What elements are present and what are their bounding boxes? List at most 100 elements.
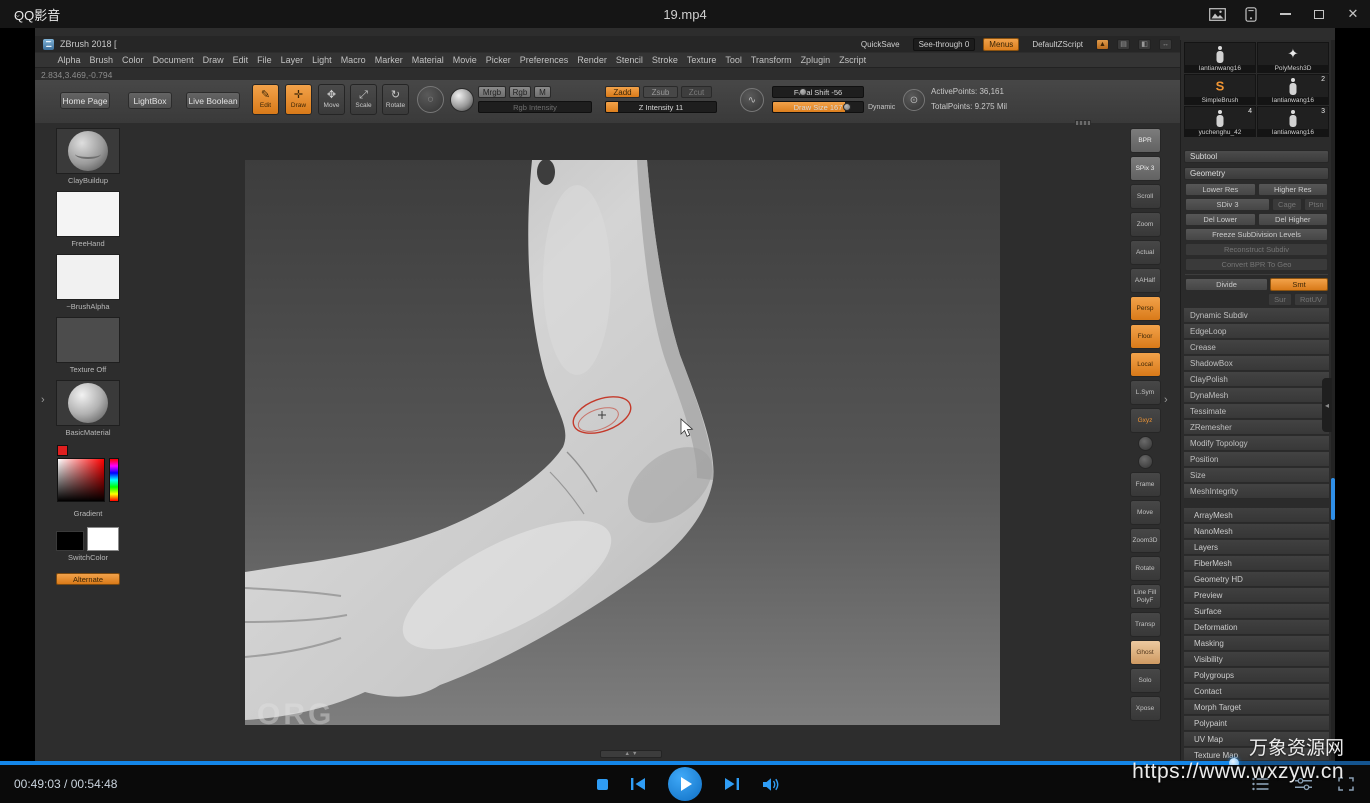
- shelf-button[interactable]: Gxyz: [1130, 408, 1161, 433]
- tool-subpalette[interactable]: Surface: [1184, 604, 1329, 619]
- dynamic-toggle[interactable]: Dynamic: [868, 104, 895, 111]
- tool-subpalette[interactable]: Polygroups: [1184, 668, 1329, 683]
- shelf-button[interactable]: BPR: [1130, 128, 1161, 153]
- menu-item[interactable]: Transform: [746, 55, 796, 65]
- subtool-thumbnail[interactable]: 2 lantianwang16: [1257, 74, 1329, 105]
- zsub-button[interactable]: Zsub: [643, 86, 678, 98]
- freeze-subdivision-button[interactable]: Freeze SubDivision Levels: [1185, 228, 1328, 241]
- menu-item[interactable]: Picker: [481, 55, 515, 65]
- color-picker[interactable]: [56, 445, 120, 507]
- zadd-button[interactable]: Zadd: [605, 86, 640, 98]
- see-through-slider[interactable]: See-through 0: [913, 38, 976, 51]
- shelf-button[interactable]: Zoom3D: [1130, 528, 1161, 553]
- menu-item[interactable]: Preferences: [515, 55, 573, 65]
- brush-thumbnail[interactable]: [56, 317, 120, 363]
- focal-shift-slider[interactable]: Focal Shift -56: [772, 86, 864, 98]
- tool-subpalette[interactable]: NanoMesh: [1184, 524, 1329, 539]
- arrange-icon[interactable]: ↔: [1159, 39, 1172, 50]
- menu-item[interactable]: File: [253, 55, 277, 65]
- hue-strip[interactable]: [109, 458, 119, 502]
- shelf-button[interactable]: SPix 3: [1130, 156, 1161, 181]
- geometry-subsection[interactable]: Size: [1184, 468, 1329, 483]
- close-button[interactable]: ✕: [1336, 0, 1370, 28]
- secondary-color-swatch[interactable]: [56, 531, 84, 551]
- menu-item[interactable]: Zscript: [835, 55, 871, 65]
- brush-thumbnail[interactable]: [56, 191, 120, 237]
- smt-toggle[interactable]: Smt: [1270, 278, 1328, 291]
- draw-size-slider[interactable]: Draw Size 167: [772, 101, 864, 113]
- next-button[interactable]: [724, 777, 740, 791]
- menu-item[interactable]: Macro: [336, 55, 370, 65]
- sdiv-slider[interactable]: SDiv 3: [1185, 198, 1270, 211]
- suv-toggle[interactable]: Sur: [1268, 293, 1292, 306]
- menu-item[interactable]: Zplugin: [796, 55, 835, 65]
- menu-item[interactable]: Edit: [228, 55, 253, 65]
- geometry-section-header[interactable]: Geometry: [1184, 167, 1329, 180]
- shelf-button[interactable]: Xpose: [1130, 696, 1161, 721]
- geometry-subsection[interactable]: Dynamic Subdiv: [1184, 308, 1329, 323]
- tool-subpalette[interactable]: ArrayMesh: [1184, 508, 1329, 523]
- geometry-subsection[interactable]: EdgeLoop: [1184, 324, 1329, 339]
- focal-icon[interactable]: ∿: [740, 88, 764, 112]
- play-button[interactable]: [668, 767, 702, 801]
- tool-subpalette[interactable]: Contact: [1184, 684, 1329, 699]
- menu-item[interactable]: Marker: [370, 55, 407, 65]
- zscript-icon[interactable]: ▲: [1096, 39, 1109, 50]
- cage-button[interactable]: Cage: [1272, 198, 1302, 211]
- zcut-button[interactable]: Zcut: [681, 86, 712, 98]
- shelf-button[interactable]: Scroll: [1130, 184, 1161, 209]
- geometry-subsection[interactable]: Tessimate: [1184, 404, 1329, 419]
- canvas-scrollbar[interactable]: ▲▼: [600, 750, 662, 758]
- rotuv-toggle[interactable]: RotUV: [1294, 293, 1328, 306]
- menu-item[interactable]: Tool: [721, 55, 747, 65]
- menu-item[interactable]: Light: [308, 55, 337, 65]
- tool-subpalette[interactable]: Layers: [1184, 540, 1329, 555]
- geometry-subsection[interactable]: DynaMesh: [1184, 388, 1329, 403]
- menu-item[interactable]: Brush: [85, 55, 118, 65]
- maximize-button[interactable]: [1302, 0, 1336, 28]
- menu-item[interactable]: Stroke: [647, 55, 682, 65]
- stroke-preview-icon[interactable]: ◌: [417, 86, 444, 113]
- m-button[interactable]: M: [534, 86, 551, 98]
- shelf-button[interactable]: Rotate: [1130, 556, 1161, 581]
- shelf-button[interactable]: L.Sym: [1130, 380, 1161, 405]
- tool-subpalette[interactable]: Preview: [1184, 588, 1329, 603]
- shelf-button[interactable]: AAHalf: [1130, 268, 1161, 293]
- menu-item[interactable]: Document: [148, 55, 198, 65]
- shelf-button[interactable]: Move: [1130, 500, 1161, 525]
- lower-res-button[interactable]: Lower Res: [1185, 183, 1256, 196]
- menu-item[interactable]: Movie: [448, 55, 481, 65]
- home-page-button[interactable]: Home Page: [60, 92, 110, 109]
- geometry-subsection[interactable]: ZRemesher: [1184, 420, 1329, 435]
- switch-color[interactable]: [56, 527, 120, 551]
- video-frame[interactable]: ZBrush 2018 [ QuickSave See-through 0 Me…: [0, 28, 1370, 762]
- default-zscript-button[interactable]: DefaultZScript: [1027, 39, 1088, 50]
- subtool-thumbnail[interactable]: lantianwang16: [1184, 42, 1256, 73]
- primary-color-swatch[interactable]: [87, 527, 119, 551]
- shelf-button[interactable]: Line Fill PolyF: [1130, 584, 1161, 609]
- menu-item[interactable]: Texture: [682, 55, 721, 65]
- del-lower-button[interactable]: Del Lower: [1185, 213, 1256, 226]
- shelf-button[interactable]: [1138, 436, 1153, 451]
- left-tray-expand-icon[interactable]: ›: [41, 394, 45, 406]
- subtool-section-header[interactable]: Subtool: [1184, 150, 1329, 163]
- shelf-button[interactable]: Ghost: [1130, 640, 1161, 665]
- draw-button[interactable]: ✛ Draw: [285, 84, 312, 115]
- menu-item[interactable]: Alpha: [53, 55, 85, 65]
- geometry-subsection[interactable]: ClayPolish: [1184, 372, 1329, 387]
- split-view-icon[interactable]: ◧: [1138, 39, 1151, 50]
- shelf-button[interactable]: Local: [1130, 352, 1161, 377]
- edit-button[interactable]: ✎ Edit: [252, 84, 279, 115]
- menu-item[interactable]: Color: [118, 55, 149, 65]
- geometry-subsection[interactable]: MeshIntegrity: [1184, 484, 1329, 499]
- tool-subpalette[interactable]: FiberMesh: [1184, 556, 1329, 571]
- tool-subpalette[interactable]: Polypaint: [1184, 716, 1329, 731]
- volume-icon[interactable]: [762, 777, 781, 792]
- current-color-swatch[interactable]: [57, 445, 68, 456]
- shelf-button[interactable]: Actual: [1130, 240, 1161, 265]
- stop-button[interactable]: [597, 779, 608, 790]
- shelf-button[interactable]: Solo: [1130, 668, 1161, 693]
- brush-thumbnail[interactable]: [56, 128, 120, 174]
- scale-button[interactable]: ⤢ Scale: [350, 84, 377, 115]
- geometry-subsection[interactable]: Crease: [1184, 340, 1329, 355]
